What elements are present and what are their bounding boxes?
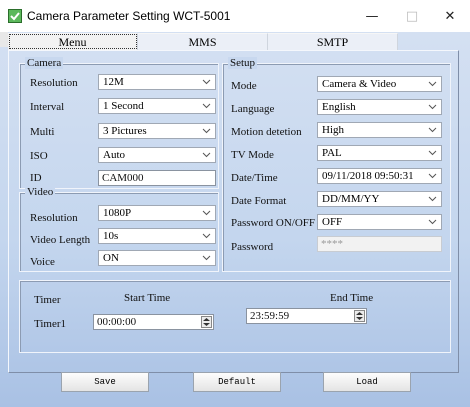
voice-select[interactable]: ON — [98, 250, 216, 266]
motion-detection-label: Motion detetion — [231, 126, 302, 138]
maximize-button[interactable]: □ — [392, 0, 432, 32]
chevron-down-icon — [428, 127, 437, 133]
iso-select[interactable]: Auto — [98, 147, 216, 163]
mode-select[interactable]: Camera & Video — [317, 76, 442, 92]
tab-menu[interactable]: Menu — [8, 33, 138, 50]
voice-value: ON — [103, 252, 119, 264]
password-label: Password — [231, 241, 274, 253]
start-time-header: Start Time — [124, 292, 171, 304]
chevron-down-icon — [428, 150, 437, 156]
camera-id-input[interactable]: CAM000 — [98, 170, 216, 186]
minimize-button[interactable]: — — [352, 0, 392, 32]
password-onoff-select[interactable]: OFF — [317, 214, 442, 230]
video-resolution-label: Resolution — [30, 212, 78, 224]
end-time-value: 23:59:59 — [250, 310, 290, 322]
iso-label: ISO — [30, 150, 48, 162]
video-length-value: 10s — [103, 230, 119, 242]
camera-resolution-value: 12M — [103, 76, 124, 88]
load-button[interactable]: Load — [323, 372, 411, 392]
language-value: English — [322, 101, 356, 113]
interval-label: Interval — [30, 101, 65, 113]
window-title: Camera Parameter Setting WCT-5001 — [27, 9, 231, 23]
chevron-down-icon — [428, 104, 437, 110]
setup-group: Setup Mode Camera & Video Language Engli… — [222, 57, 451, 272]
tab-smtp[interactable]: SMTP — [268, 33, 398, 50]
chevron-down-icon — [202, 233, 211, 239]
datetime-value: 09/11/2018 09:50:31 — [322, 170, 414, 182]
multi-select[interactable]: 3 Pictures — [98, 123, 216, 139]
timer-label: Timer — [34, 294, 61, 306]
end-time-spin-icon[interactable] — [354, 310, 365, 322]
password-onoff-value: OFF — [322, 216, 343, 228]
motion-detection-value: High — [322, 124, 344, 136]
language-label: Language — [231, 103, 275, 115]
start-time-spin-icon[interactable] — [201, 316, 212, 328]
video-resolution-select[interactable]: 1080P — [98, 205, 216, 221]
timer1-label: Timer1 — [34, 318, 66, 330]
tv-mode-label: TV Mode — [231, 149, 274, 161]
start-time-value: 00:00:00 — [97, 316, 137, 328]
chevron-down-icon — [428, 196, 437, 202]
date-format-select[interactable]: DD/MM/YY — [317, 191, 442, 207]
end-time-header: End Time — [330, 292, 374, 304]
chevron-down-icon — [202, 152, 211, 158]
chevron-down-icon — [202, 210, 211, 216]
id-label: ID — [30, 172, 42, 184]
password-onoff-label: Password ON/OFF — [231, 217, 316, 229]
tab-strip-edge — [0, 32, 8, 47]
camera-group: Camera Resolution 12M Interval 1 Second … — [19, 57, 219, 189]
datetime-picker[interactable]: 09/11/2018 09:50:31 — [317, 168, 442, 184]
close-button[interactable]: ✕ — [430, 0, 470, 32]
language-select[interactable]: English — [317, 99, 442, 115]
iso-value: Auto — [103, 149, 125, 161]
camera-resolution-label: Resolution — [30, 77, 78, 89]
title-bar: Camera Parameter Setting WCT-5001 — □ ✕ — [0, 0, 470, 32]
tab-bar: Menu MMS SMTP — [8, 33, 398, 50]
chevron-down-icon — [202, 79, 211, 85]
tab-mms[interactable]: MMS — [138, 33, 268, 50]
camera-resolution-select[interactable]: 12M — [98, 74, 216, 90]
date-format-label: Date Format — [231, 195, 287, 207]
interval-select[interactable]: 1 Second — [98, 98, 216, 114]
timer-group: Timer Start Time End Time Timer1 00:00:0… — [19, 280, 451, 353]
tv-mode-value: PAL — [322, 147, 342, 159]
password-input[interactable]: **** — [317, 236, 442, 252]
setup-group-title: Setup — [228, 57, 258, 69]
multi-label: Multi — [30, 126, 55, 138]
date-format-value: DD/MM/YY — [322, 193, 380, 205]
save-button[interactable]: Save — [61, 372, 149, 392]
chevron-down-icon — [428, 219, 437, 225]
end-time-input[interactable]: 23:59:59 — [246, 308, 367, 324]
default-button[interactable]: Default — [193, 372, 281, 392]
datetime-label: Date/Time — [231, 172, 278, 184]
start-time-input[interactable]: 00:00:00 — [93, 314, 214, 330]
chevron-down-icon — [202, 103, 211, 109]
chevron-down-icon — [428, 81, 437, 87]
mode-value: Camera & Video — [322, 78, 397, 90]
chevron-down-icon — [202, 128, 211, 134]
tv-mode-select[interactable]: PAL — [317, 145, 442, 161]
video-length-label: Video Length — [30, 234, 91, 246]
video-length-select[interactable]: 10s — [98, 228, 216, 244]
video-group-title: Video — [25, 186, 56, 198]
chevron-down-icon — [428, 173, 437, 179]
mode-label: Mode — [231, 80, 257, 92]
camera-group-title: Camera — [25, 57, 64, 69]
multi-value: 3 Pictures — [103, 125, 147, 137]
interval-value: 1 Second — [103, 100, 144, 112]
video-group: Video Resolution 1080P Video Length 10s … — [19, 186, 219, 272]
menu-panel: Camera Resolution 12M Interval 1 Second … — [8, 50, 459, 373]
voice-label: Voice — [30, 256, 55, 268]
motion-detection-select[interactable]: High — [317, 122, 442, 138]
video-resolution-value: 1080P — [103, 207, 132, 219]
client-area: Menu MMS SMTP Camera Resolution 12M Inte… — [0, 32, 470, 407]
chevron-down-icon — [202, 255, 211, 261]
camera-app-icon — [8, 9, 22, 23]
